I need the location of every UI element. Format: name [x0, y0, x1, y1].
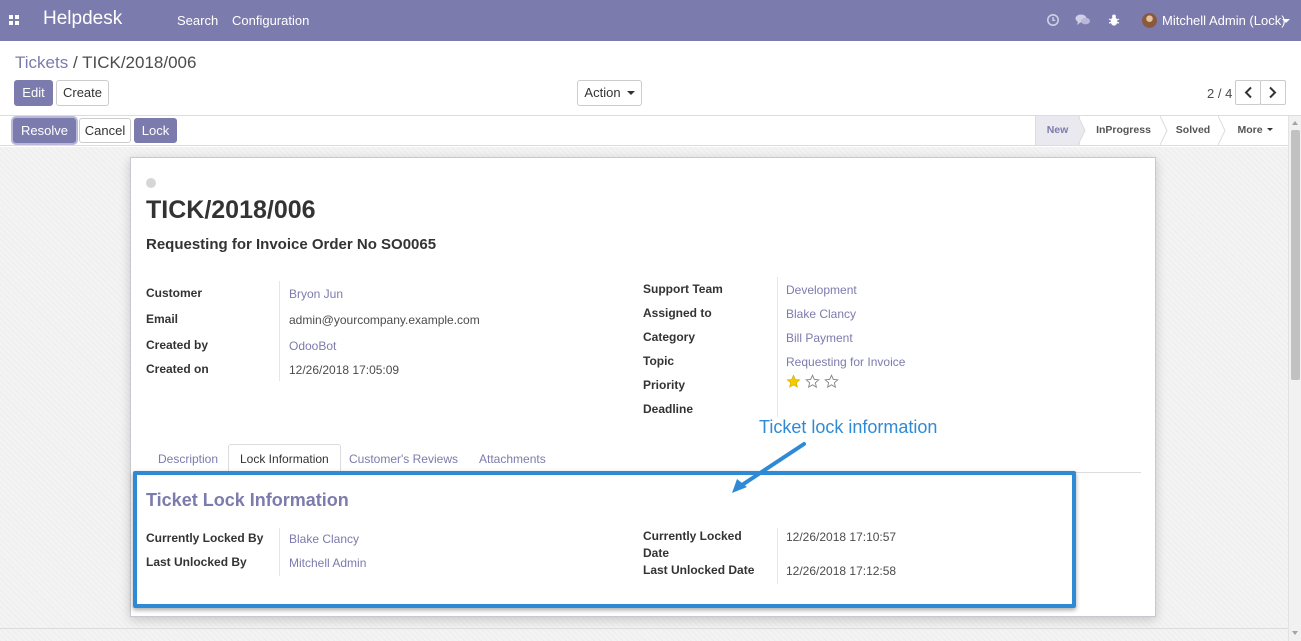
breadcrumb: Tickets / TICK/2018/006: [15, 53, 196, 73]
email-value: admin@yourcompany.example.com: [289, 313, 480, 327]
topic-label: Topic: [643, 354, 675, 368]
menu-search[interactable]: Search: [177, 13, 218, 28]
action-label: Action: [584, 85, 621, 100]
more-label: More: [1237, 124, 1263, 136]
top-navbar: Helpdesk Search Configuration Mitchell A…: [0, 0, 1301, 41]
priority-label: Priority: [643, 378, 686, 392]
stage-arrow: [1218, 116, 1226, 145]
caret-down-icon: [1266, 128, 1273, 131]
scroll-down-icon[interactable]: [1292, 631, 1298, 635]
assigned-to-value[interactable]: Blake Clancy: [786, 307, 856, 321]
pager-previous-button[interactable]: [1235, 80, 1261, 105]
tab-attachments[interactable]: Attachments: [479, 452, 546, 473]
priority-star-icon-filled[interactable]: [786, 374, 801, 389]
stage-inprogress[interactable]: InProgress: [1087, 116, 1160, 145]
avatar: [1142, 13, 1157, 28]
field-separator: [279, 281, 280, 381]
support-team-value[interactable]: Development: [786, 283, 857, 297]
breadcrumb-current: TICK/2018/006: [82, 53, 197, 72]
field-separator: [777, 277, 778, 417]
action-dropdown[interactable]: Action: [577, 80, 642, 106]
apps-grid-icon[interactable]: [9, 15, 20, 26]
topic-value[interactable]: Requesting for Invoice: [786, 355, 905, 369]
stage-arrow: [1078, 116, 1086, 145]
bug-icon[interactable]: [1107, 13, 1121, 27]
footer-divider: [0, 628, 1288, 629]
support-team-label: Support Team: [643, 282, 723, 296]
pager-value: 2 / 4: [1207, 86, 1233, 101]
stage-new[interactable]: New: [1035, 116, 1080, 145]
category-value[interactable]: Bill Payment: [786, 331, 853, 345]
user-name: Mitchell Admin (Lock): [1162, 13, 1286, 28]
clock-icon[interactable]: [1046, 13, 1060, 27]
annotation-label: Ticket lock information: [759, 417, 938, 437]
chevron-left-icon: [1244, 86, 1252, 99]
email-label: Email: [146, 312, 179, 326]
category-label: Category: [643, 330, 696, 344]
kanban-state-icon[interactable]: [146, 178, 156, 188]
customer-label: Customer: [146, 286, 203, 300]
lock-button[interactable]: Lock: [134, 118, 177, 143]
stage-separator: [1035, 116, 1036, 145]
app-brand[interactable]: Helpdesk: [43, 8, 122, 30]
chevron-right-icon: [1269, 86, 1277, 99]
tab-lock-information[interactable]: Lock Information: [228, 444, 341, 473]
resolve-button[interactable]: Resolve: [13, 118, 76, 143]
edit-button[interactable]: Edit: [14, 80, 53, 106]
customer-value[interactable]: Bryon Jun: [289, 287, 343, 301]
chat-icon[interactable]: [1075, 13, 1091, 27]
created-by-value[interactable]: OdooBot: [289, 339, 336, 353]
created-by-label: Created by: [146, 338, 209, 352]
created-on-label: Created on: [146, 362, 209, 376]
annotation-highlight-box: [133, 471, 1076, 608]
cancel-button[interactable]: Cancel: [79, 118, 131, 143]
scrollbar[interactable]: [1288, 116, 1301, 641]
breadcrumb-separator: /: [72, 53, 78, 72]
statusbar: Resolve Cancel Lock New InProgress Solve…: [0, 116, 1288, 146]
tab-customers-reviews[interactable]: Customer's Reviews: [349, 452, 458, 473]
priority-star-icon[interactable]: [824, 374, 839, 389]
tab-description[interactable]: Description: [158, 452, 218, 473]
scroll-up-icon[interactable]: [1292, 121, 1298, 125]
created-on-value: 12/26/2018 17:05:09: [289, 363, 400, 377]
priority-star-icon[interactable]: [805, 374, 820, 389]
menu-configuration[interactable]: Configuration: [232, 13, 309, 28]
pager-next-button[interactable]: [1260, 80, 1286, 105]
stage-arrow: [1160, 116, 1168, 145]
breadcrumb-tickets[interactable]: Tickets: [15, 53, 68, 72]
assigned-to-label: Assigned to: [643, 306, 712, 320]
ticket-subject[interactable]: Requesting for Invoice Order No SO0065: [146, 236, 436, 253]
stage-more-dropdown[interactable]: More: [1228, 116, 1282, 145]
scrollbar-thumb[interactable]: [1291, 130, 1300, 380]
stage-solved[interactable]: Solved: [1168, 116, 1218, 145]
ticket-number: TICK/2018/006: [146, 196, 316, 224]
caret-down-icon: [626, 91, 635, 95]
chevron-down-icon: [1282, 19, 1290, 23]
deadline-label: Deadline: [643, 402, 694, 416]
create-button[interactable]: Create: [56, 80, 109, 106]
